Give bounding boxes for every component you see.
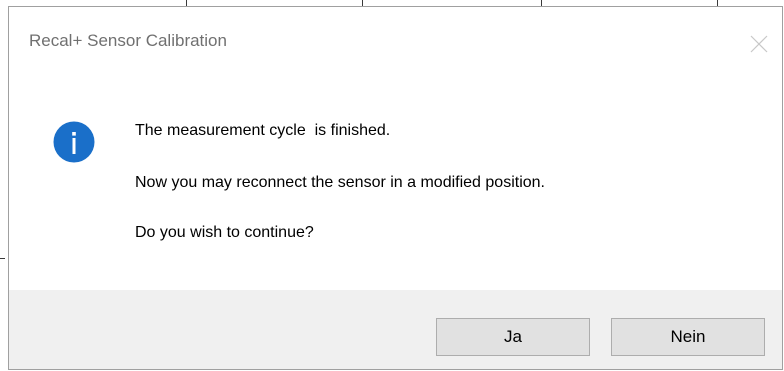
message-line-3: Do you wish to continue?	[135, 224, 314, 241]
no-button[interactable]: Nein	[611, 318, 765, 356]
message-area: The measurement cycle is finished. Now y…	[9, 77, 782, 292]
title-bar: Recal+ Sensor Calibration	[9, 7, 782, 77]
button-bar: Ja Nein	[9, 290, 782, 369]
background-divider	[0, 258, 5, 259]
message-dialog: Recal+ Sensor Calibration The measuremen…	[8, 6, 783, 370]
close-icon	[750, 35, 768, 53]
yes-button[interactable]: Ja	[436, 318, 590, 356]
message-line-1: The measurement cycle is finished.	[135, 122, 391, 139]
info-icon	[53, 121, 95, 163]
message-line-2: Now you may reconnect the sensor in a mo…	[135, 174, 545, 191]
dialog-title: Recal+ Sensor Calibration	[29, 31, 227, 50]
close-button[interactable]	[736, 21, 782, 67]
